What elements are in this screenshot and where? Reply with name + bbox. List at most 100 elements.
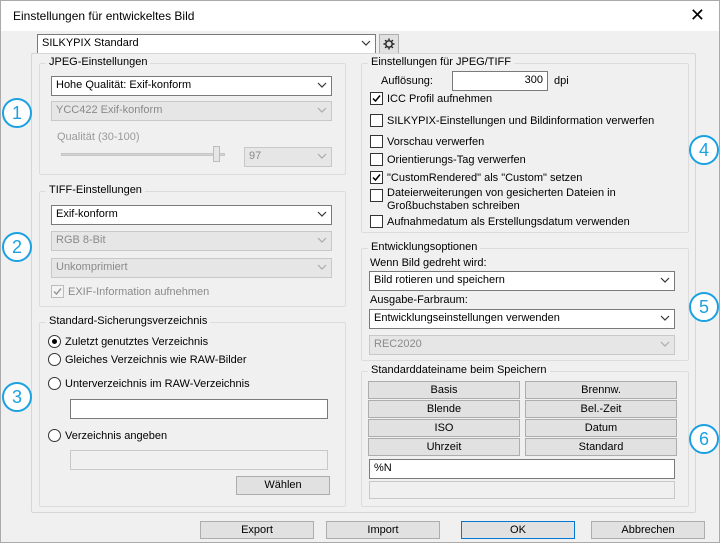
tiff-compression-value: Unkomprimiert xyxy=(56,261,128,273)
jpeg-quality-mode-value: Hohe Qualität: Exif-konform xyxy=(56,79,192,91)
checkbox-empty-icon xyxy=(370,215,383,228)
radio-unselected-icon xyxy=(48,429,61,442)
title-bar: Einstellungen für entwickeltes Bild ✕ xyxy=(1,1,719,31)
discard-preview-label: Vorschau verwerfen xyxy=(387,135,485,148)
rotation-select-value: Bild rotieren und speichern xyxy=(374,274,505,286)
save-dir-last-used-label: Zuletzt genutztes Verzeichnis xyxy=(65,335,209,348)
jpeg-color-format-select[interactable]: YCC422 Exif-konform xyxy=(51,101,332,121)
discard-preview-checkbox[interactable]: Vorschau verwerfen xyxy=(370,135,484,148)
gear-icon xyxy=(383,38,395,53)
uppercase-extension-label: Dateierweiterungen von gesicherten Datei… xyxy=(387,187,616,212)
callout-marker-2: 2 xyxy=(2,232,32,262)
discard-orientation-label: Orientierungs-Tag verwerfen xyxy=(387,153,526,166)
ok-button[interactable]: OK xyxy=(461,521,575,539)
save-directory-legend: Standard-Sicherungsverzeichnis xyxy=(46,315,211,327)
colorspace-profile-select[interactable]: REC2020 xyxy=(369,335,675,355)
rotated-label: Wenn Bild gedreht wird: xyxy=(370,257,487,269)
checkbox-empty-icon xyxy=(370,153,383,166)
chevron-down-icon xyxy=(317,151,327,161)
jpeg-quality-value: 97 xyxy=(249,150,262,162)
save-dir-same-label: Gleiches Verzeichnis wie RAW-Bilder xyxy=(65,353,247,366)
chevron-down-icon xyxy=(361,38,371,48)
discard-silkypix-checkbox[interactable]: SILKYPIX-Einstellungen und Bildinformati… xyxy=(370,114,654,127)
checkbox-empty-icon xyxy=(370,135,383,148)
callout-marker-6: 6 xyxy=(689,424,719,454)
colorspace-select-value: Entwicklungseinstellungen verwenden xyxy=(374,312,560,324)
filename-token-standard-button[interactable]: Standard xyxy=(525,438,677,456)
jpeg-quality-value-select[interactable]: 97 xyxy=(244,147,332,167)
discard-orientation-checkbox[interactable]: Orientierungs-Tag verwerfen xyxy=(370,153,526,166)
save-dir-specify-radio[interactable]: Verzeichnis angeben xyxy=(48,429,167,442)
jpeg-tiff-settings-legend: Einstellungen für JPEG/TIFF xyxy=(368,56,514,68)
filename-token-exposure-button[interactable]: Bel.-Zeit xyxy=(525,400,677,418)
filename-token-time-button[interactable]: Uhrzeit xyxy=(368,438,520,456)
specify-directory-input[interactable] xyxy=(70,450,328,470)
cancel-button[interactable]: Abbrechen xyxy=(591,521,705,539)
colorspace-label: Ausgabe-Farbraum: xyxy=(370,294,468,306)
radio-unselected-icon xyxy=(48,377,61,390)
custom-rendered-checkbox[interactable]: "CustomRendered" als "Custom" setzen xyxy=(370,171,582,184)
resolution-input[interactable]: 300 xyxy=(452,71,548,91)
callout-marker-4: 4 xyxy=(689,135,719,165)
custom-rendered-label: "CustomRendered" als "Custom" setzen xyxy=(387,171,583,184)
tiff-format-select[interactable]: Exif-konform xyxy=(51,205,332,225)
jpeg-quality-slider-thumb[interactable] xyxy=(213,146,221,162)
chevron-down-icon xyxy=(660,339,670,349)
icc-profile-label: ICC Profil aufnehmen xyxy=(387,92,493,105)
chevron-down-icon xyxy=(317,235,327,245)
export-button[interactable]: Export xyxy=(200,521,314,539)
choose-directory-button[interactable]: Wählen xyxy=(236,476,330,495)
tiff-exif-label: EXIF-Information aufnehmen xyxy=(68,285,210,298)
settings-dialog: Einstellungen für entwickeltes Bild ✕ SI… xyxy=(0,0,720,543)
capture-date-label: Aufnahmedatum als Erstellungsdatum verwe… xyxy=(387,215,630,228)
filename-token-focal-button[interactable]: Brennw. xyxy=(525,381,677,399)
discard-silkypix-label: SILKYPIX-Einstellungen und Bildinformati… xyxy=(387,114,655,127)
import-button[interactable]: Import xyxy=(326,521,440,539)
tiff-bit-depth-value: RGB 8-Bit xyxy=(56,234,106,246)
preset-select[interactable]: SILKYPIX Standard xyxy=(37,34,376,54)
icc-profile-checkbox[interactable]: ICC Profil aufnehmen xyxy=(370,92,492,105)
tiff-format-value: Exif-konform xyxy=(56,208,118,220)
callout-marker-5: 5 xyxy=(689,292,719,322)
window-title: Einstellungen für entwickeltes Bild xyxy=(13,9,195,23)
save-dir-same-radio[interactable]: Gleiches Verzeichnis wie RAW-Bilder xyxy=(48,353,247,366)
tiff-bit-depth-select[interactable]: RGB 8-Bit xyxy=(51,231,332,251)
colorspace-profile-value: REC2020 xyxy=(374,338,422,350)
subdirectory-input[interactable] xyxy=(70,399,328,419)
jpeg-color-format-value: YCC422 Exif-konform xyxy=(56,104,163,116)
radio-selected-icon xyxy=(48,335,61,348)
close-icon[interactable]: ✕ xyxy=(690,5,705,25)
jpeg-quality-slider-track[interactable] xyxy=(61,153,225,156)
tiff-settings-legend: TIFF-Einstellungen xyxy=(46,184,145,196)
resolution-label: Auflösung: xyxy=(381,75,433,87)
checkmark-icon xyxy=(370,92,383,105)
jpeg-settings-legend: JPEG-Einstellungen xyxy=(46,56,151,68)
jpeg-quality-mode-select[interactable]: Hohe Qualität: Exif-konform xyxy=(51,76,332,96)
save-dir-specify-label: Verzeichnis angeben xyxy=(65,429,168,442)
development-options-legend: Entwicklungsoptionen xyxy=(368,241,481,253)
tiff-exif-checkbox[interactable]: EXIF-Information aufnehmen xyxy=(51,285,209,298)
callout-marker-1: 1 xyxy=(2,98,32,128)
uppercase-extension-checkbox[interactable] xyxy=(370,189,383,202)
resolution-unit: dpi xyxy=(554,75,569,87)
jpeg-quality-label: Qualität (30-100) xyxy=(57,131,140,143)
save-dir-subdir-radio[interactable]: Unterverzeichnis im RAW-Verzeichnis xyxy=(48,377,250,390)
checkmark-icon xyxy=(51,285,64,298)
chevron-down-icon xyxy=(660,313,670,323)
save-dir-last-used-radio[interactable]: Zuletzt genutztes Verzeichnis xyxy=(48,335,208,348)
chevron-down-icon xyxy=(317,262,327,272)
colorspace-select[interactable]: Entwicklungseinstellungen verwenden xyxy=(369,309,675,329)
filename-pattern-input[interactable]: %N xyxy=(369,459,675,479)
preset-select-value: SILKYPIX Standard xyxy=(42,37,139,49)
tiff-compression-select[interactable]: Unkomprimiert xyxy=(51,258,332,278)
save-dir-subdir-label: Unterverzeichnis im RAW-Verzeichnis xyxy=(65,377,250,390)
rotation-select[interactable]: Bild rotieren und speichern xyxy=(369,271,675,291)
filename-token-iso-button[interactable]: ISO xyxy=(368,419,520,437)
filename-token-aperture-button[interactable]: Blende xyxy=(368,400,520,418)
filename-token-basis-button[interactable]: Basis xyxy=(368,381,520,399)
filename-token-date-button[interactable]: Datum xyxy=(525,419,677,437)
capture-date-checkbox[interactable]: Aufnahmedatum als Erstellungsdatum verwe… xyxy=(370,215,630,228)
preset-settings-button[interactable] xyxy=(379,34,399,54)
chevron-down-icon xyxy=(660,275,670,285)
filename-preview-field xyxy=(369,481,675,499)
